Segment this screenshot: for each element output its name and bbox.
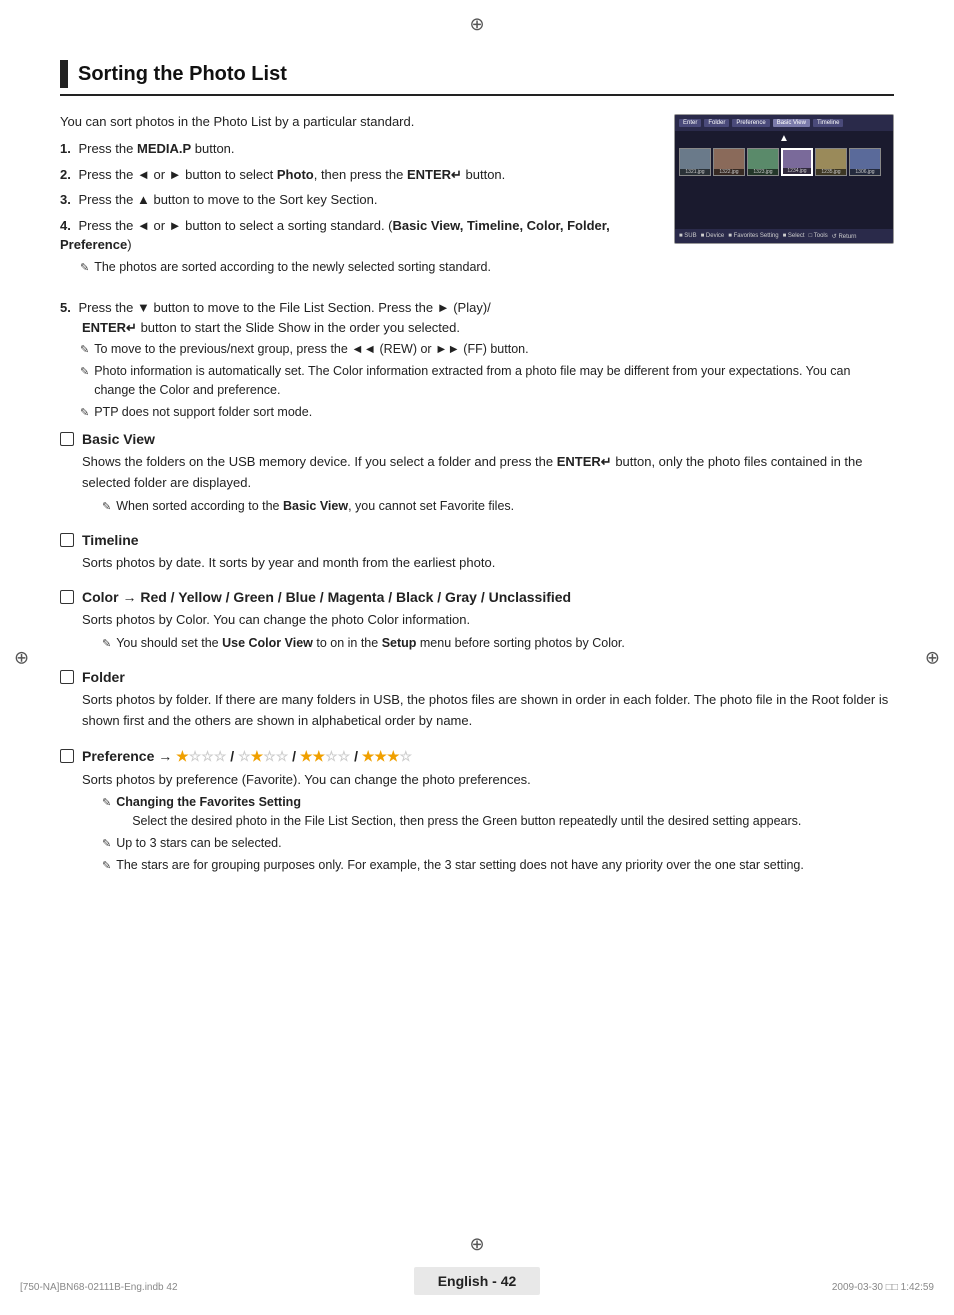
tv-top-bar: Enter Folder Preference Basic View Timel… [675, 115, 893, 131]
sub-section-color: Color → Red / Yellow / Green / Blue / Ma… [60, 589, 894, 653]
tv-arrow: ▲ [675, 131, 893, 146]
checkbox-icon-color [60, 590, 74, 604]
folder-header: Folder [60, 669, 894, 685]
preference-title: Preference → ★☆☆☆ / ☆★☆☆ / ★★☆☆ / ★★★☆ [82, 748, 412, 765]
tv-thumb-3: 1323.jpg [747, 148, 779, 176]
tv-tab-folder: Folder [704, 119, 729, 127]
reg-mark-bottom: ⊕ [469, 1234, 484, 1255]
step-4-note: ✎ The photos are sorted according to the… [80, 258, 654, 277]
tv-thumb-1: 1321.jpg [679, 148, 711, 176]
tv-thumb-5: 1235.jpg [815, 148, 847, 176]
folder-body: Sorts photos by folder. If there are man… [60, 690, 894, 732]
tv-bottom-bar: ■ SUB ■ Device ■ Favorites Setting ■ Sel… [675, 229, 893, 243]
step-5-note-1: ✎ To move to the previous/next group, pr… [80, 340, 894, 359]
tv-screenshot: Enter Folder Preference Basic View Timel… [674, 114, 894, 244]
intro-row: You can sort photos in the Photo List by… [60, 114, 894, 286]
step-5-list: 5. Press the ▼ button to move to the Fil… [60, 298, 894, 421]
reg-mark-left: ⊕ [14, 647, 29, 668]
reg-mark-top: ⊕ [469, 14, 484, 35]
timeline-header: Timeline [60, 532, 894, 548]
step-3: 3. Press the ▲ button to move to the Sor… [60, 190, 654, 210]
checkbox-icon-preference [60, 749, 74, 763]
step-5: 5. Press the ▼ button to move to the Fil… [60, 298, 894, 421]
preference-note-1: ✎ Changing the Favorites Setting Select … [102, 793, 894, 831]
step-4: 4. Press the ◄ or ► button to select a s… [60, 216, 654, 277]
tv-thumb-4: 1234.jpg [781, 148, 813, 176]
step-2: 2. Press the ◄ or ► button to select Pho… [60, 165, 654, 185]
sub-section-preference: Preference → ★☆☆☆ / ☆★☆☆ / ★★☆☆ / ★★★☆ S… [60, 748, 894, 875]
checkbox-icon [60, 432, 74, 446]
tv-tab-preference: Preference [732, 119, 769, 127]
intro-text-area: You can sort photos in the Photo List by… [60, 114, 654, 286]
preference-note-3: ✎ The stars are for grouping purposes on… [102, 856, 894, 875]
steps-list: 1. Press the MEDIA.P button. 2. Press th… [60, 139, 654, 276]
checkbox-icon-folder [60, 670, 74, 684]
basic-view-header: Basic View [60, 431, 894, 447]
checkbox-icon-timeline [60, 533, 74, 547]
preference-header: Preference → ★☆☆☆ / ☆★☆☆ / ★★☆☆ / ★★★☆ [60, 748, 894, 765]
step-1: 1. Press the MEDIA.P button. [60, 139, 654, 159]
tv-tab-enter: Enter [679, 119, 701, 127]
timeline-body: Sorts photos by date. It sorts by year a… [60, 553, 894, 574]
basic-view-note: ✎ When sorted according to the Basic Vie… [102, 497, 894, 516]
sub-section-timeline: Timeline Sorts photos by date. It sorts … [60, 532, 894, 574]
tv-thumb-2: 1322.jpg [713, 148, 745, 176]
tv-tab-timeline: Timeline [813, 119, 843, 127]
main-content: Sorting the Photo List You can sort phot… [0, 0, 954, 990]
color-body: Sorts photos by Color. You can change th… [60, 610, 894, 653]
section-header: Sorting the Photo List [60, 60, 894, 96]
footer-page-number: English - 42 [414, 1267, 541, 1295]
tv-tab-basicview: Basic View [773, 119, 810, 127]
tv-photo-area: 1321.jpg 1322.jpg 1323.jpg 1234.jpg 1235… [675, 146, 893, 178]
color-note: ✎ You should set the Use Color View to o… [102, 634, 894, 653]
step-5-note-2: ✎ Photo information is automatically set… [80, 362, 894, 400]
preference-body: Sorts photos by preference (Favorite). Y… [60, 770, 894, 875]
basic-view-title: Basic View [82, 431, 155, 447]
timeline-title: Timeline [82, 532, 139, 548]
color-title: Color → Red / Yellow / Green / Blue / Ma… [82, 589, 571, 605]
sub-section-folder: Folder Sorts photos by folder. If there … [60, 669, 894, 732]
page-title: Sorting the Photo List [78, 63, 287, 86]
tv-thumb-6: 1306.jpg [849, 148, 881, 176]
footer-date-info: 2009-03-30 □□ 1:42:59 [832, 1282, 934, 1293]
step-5-note-3: ✎ PTP does not support folder sort mode. [80, 403, 894, 422]
basic-view-body: Shows the folders on the USB memory devi… [60, 452, 894, 515]
preference-note-2: ✎ Up to 3 stars can be selected. [102, 834, 894, 853]
color-header: Color → Red / Yellow / Green / Blue / Ma… [60, 589, 894, 605]
section-bar [60, 60, 68, 88]
sub-section-basic-view: Basic View Shows the folders on the USB … [60, 431, 894, 515]
intro-paragraph: You can sort photos in the Photo List by… [60, 114, 654, 129]
reg-mark-right: ⊕ [925, 647, 940, 668]
tv-screenshot-container: Enter Folder Preference Basic View Timel… [674, 114, 894, 286]
footer-file-info: [750-NA]BN68-02111B-Eng.indb 42 [20, 1282, 178, 1293]
folder-title: Folder [82, 669, 125, 685]
